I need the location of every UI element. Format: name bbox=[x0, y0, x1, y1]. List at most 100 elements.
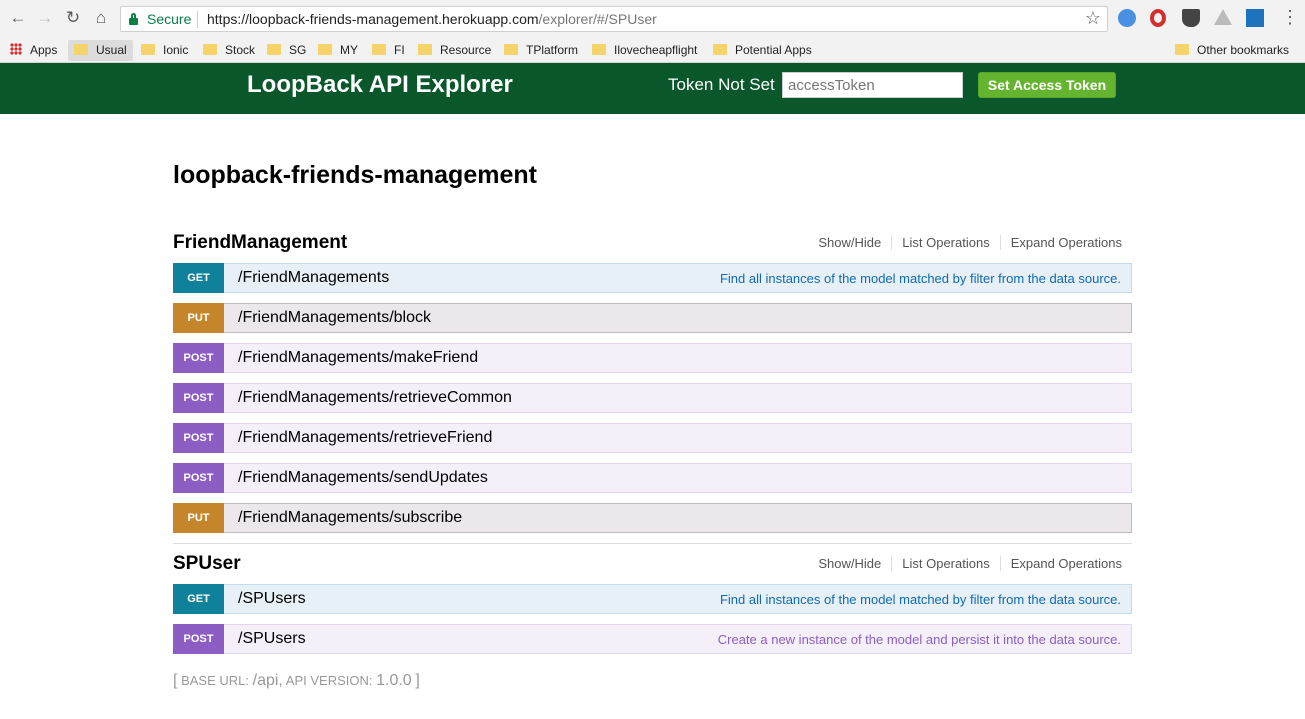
apps-grid-icon bbox=[10, 43, 22, 55]
expand-operations-link[interactable]: Expand Operations bbox=[999, 235, 1122, 250]
http-method-badge[interactable]: POST bbox=[173, 423, 224, 453]
bookmark-potential-apps[interactable]: Potential Apps bbox=[713, 40, 812, 61]
reload-icon[interactable]: ↻ bbox=[62, 7, 84, 29]
address-bar[interactable]: Secure https://loopback-friends-manageme… bbox=[120, 6, 1108, 32]
show-hide-link[interactable]: Show/Hide bbox=[808, 556, 891, 571]
bookmark-stock[interactable]: Stock bbox=[203, 40, 255, 61]
brand-title[interactable]: LoopBack API Explorer bbox=[247, 71, 513, 99]
page-title: loopback-friends-management bbox=[173, 161, 537, 189]
http-method-badge[interactable]: PUT bbox=[173, 303, 224, 333]
operation-path[interactable]: /FriendManagements/sendUpdates bbox=[238, 469, 488, 487]
bookmark-label: Resource bbox=[440, 43, 492, 57]
bookmark-label: FI bbox=[394, 43, 405, 57]
forward-arrow-icon[interactable]: → bbox=[34, 7, 56, 29]
bookmark-ionic[interactable]: Ionic bbox=[141, 40, 188, 61]
operation-path[interactable]: /SPUsers bbox=[238, 590, 306, 608]
operation-row[interactable]: POST /FriendManagements/sendUpdates bbox=[173, 463, 1132, 493]
bookmark-label: TPlatform bbox=[526, 43, 579, 57]
drive-extension-icon[interactable] bbox=[1214, 9, 1232, 25]
operation-row[interactable]: GET /FriendManagements Find all instance… bbox=[173, 263, 1132, 293]
bookmark-label: MY bbox=[340, 43, 358, 57]
expand-operations-link[interactable]: Expand Operations bbox=[999, 556, 1122, 571]
resource-spuser: SPUser Show/Hide List Operations Expand Op… bbox=[173, 553, 1132, 654]
home-icon[interactable]: ⌂ bbox=[90, 7, 112, 29]
base-url-label: BASE URL: bbox=[181, 673, 249, 688]
operation-row[interactable]: POST /SPUsers Create a new instance of t… bbox=[173, 624, 1132, 654]
resource-divider bbox=[173, 543, 1132, 544]
secure-label: Secure bbox=[147, 11, 192, 27]
operation-row[interactable]: POST /FriendManagements/retrieveFriend bbox=[173, 423, 1132, 453]
folder-icon bbox=[203, 44, 217, 55]
extension-icon[interactable] bbox=[1118, 9, 1136, 27]
s-extension-icon[interactable] bbox=[1246, 9, 1264, 27]
browser-toolbar: ← → ↻ ⌂ Secure https://loopback-friends-… bbox=[0, 0, 1305, 37]
folder-icon bbox=[372, 44, 386, 55]
folder-icon bbox=[267, 44, 281, 55]
bookmark-fi[interactable]: FI bbox=[372, 40, 405, 61]
operation-path[interactable]: /SPUsers bbox=[238, 630, 306, 648]
operation-summary[interactable]: Find all instances of the model matched … bbox=[720, 271, 1121, 286]
access-token-input[interactable] bbox=[782, 72, 963, 98]
api-version-value: 1.0.0 bbox=[376, 672, 412, 689]
url-text[interactable]: https://loopback-friends-management.hero… bbox=[207, 11, 657, 27]
folder-icon bbox=[504, 44, 518, 55]
api-info-footer: [ BASE URL: /api, API VERSION: 1.0.0 ] bbox=[173, 672, 420, 690]
operation-summary[interactable]: Find all instances of the model matched … bbox=[720, 592, 1121, 607]
show-hide-link[interactable]: Show/Hide bbox=[808, 235, 891, 250]
kebab-menu-icon[interactable]: ⋮ bbox=[1281, 8, 1299, 26]
url-host: https://loopback-friends-management.hero… bbox=[207, 11, 539, 27]
bookmark-star-icon[interactable]: ☆ bbox=[1085, 8, 1101, 29]
bookmark-label: Stock bbox=[225, 43, 256, 57]
bookmark-tplatform[interactable]: TPlatform bbox=[504, 40, 578, 61]
bookmark-apps[interactable]: Apps bbox=[10, 40, 57, 61]
footer-bracket: [ bbox=[173, 672, 178, 689]
bookmark-ilovecheapflight[interactable]: Ilovecheapflight bbox=[592, 40, 697, 61]
operation-path[interactable]: /FriendManagements bbox=[238, 269, 389, 287]
bookmarks-bar: Apps Usual Ionic Stock SG MY FI Resource… bbox=[0, 37, 1305, 63]
operation-path[interactable]: /FriendManagements/makeFriend bbox=[238, 349, 478, 367]
opera-extension-icon[interactable] bbox=[1150, 9, 1166, 27]
bookmark-other[interactable]: Other bookmarks bbox=[1175, 40, 1289, 61]
bookmark-label: Ilovecheapflight bbox=[614, 43, 698, 57]
operation-path[interactable]: /FriendManagements/retrieveCommon bbox=[238, 389, 512, 407]
http-method-badge[interactable]: POST bbox=[173, 624, 224, 654]
bookmark-resource[interactable]: Resource bbox=[418, 40, 491, 61]
footer-bracket: ] bbox=[415, 672, 420, 689]
bookmark-my[interactable]: MY bbox=[318, 40, 358, 61]
folder-icon bbox=[318, 44, 332, 55]
list-operations-link[interactable]: List Operations bbox=[891, 556, 1000, 571]
api-version-label: API VERSION: bbox=[285, 673, 373, 688]
resource-title[interactable]: SPUser bbox=[173, 553, 241, 575]
operation-row[interactable]: PUT /FriendManagements/subscribe bbox=[173, 503, 1132, 533]
resource-title[interactable]: FriendManagement bbox=[173, 232, 347, 254]
resource-actions: Show/Hide List Operations Expand Operation… bbox=[808, 556, 1122, 571]
operation-row[interactable]: PUT /FriendManagements/block bbox=[173, 303, 1132, 333]
set-access-token-button[interactable]: Set Access Token bbox=[978, 72, 1116, 98]
http-method-badge[interactable]: GET bbox=[173, 263, 224, 293]
operation-row[interactable]: GET /SPUsers Find all instances of the m… bbox=[173, 584, 1132, 614]
bookmark-label: Apps bbox=[30, 43, 58, 57]
bookmark-label: Ionic bbox=[163, 43, 189, 57]
operation-row[interactable]: POST /FriendManagements/retrieveCommon bbox=[173, 383, 1132, 413]
operation-summary[interactable]: Create a new instance of the model and p… bbox=[718, 632, 1121, 647]
operation-row[interactable]: POST /FriendManagements/makeFriend bbox=[173, 343, 1132, 373]
bookmark-label: Other bookmarks bbox=[1197, 43, 1290, 57]
http-method-badge[interactable]: POST bbox=[173, 383, 224, 413]
http-method-badge[interactable]: POST bbox=[173, 463, 224, 493]
bookmark-usual[interactable]: Usual bbox=[68, 40, 133, 61]
http-method-badge[interactable]: GET bbox=[173, 584, 224, 614]
bookmark-label: Usual bbox=[96, 43, 127, 57]
http-method-badge[interactable]: PUT bbox=[173, 503, 224, 533]
url-path: /explorer/#/SPUser bbox=[538, 11, 657, 27]
operation-path[interactable]: /FriendManagements/retrieveFriend bbox=[238, 429, 492, 447]
operation-path[interactable]: /FriendManagements/block bbox=[238, 309, 431, 327]
base-url-value: /api bbox=[252, 672, 279, 689]
folder-icon bbox=[141, 44, 155, 55]
bookmark-sg[interactable]: SG bbox=[267, 40, 306, 61]
list-operations-link[interactable]: List Operations bbox=[891, 235, 1000, 250]
back-arrow-icon[interactable]: ← bbox=[7, 7, 29, 29]
pocket-extension-icon[interactable] bbox=[1182, 9, 1200, 27]
operation-path[interactable]: /FriendManagements/subscribe bbox=[238, 509, 462, 527]
explorer-header: LoopBack API Explorer Token Not Set Set … bbox=[0, 63, 1305, 114]
http-method-badge[interactable]: POST bbox=[173, 343, 224, 373]
